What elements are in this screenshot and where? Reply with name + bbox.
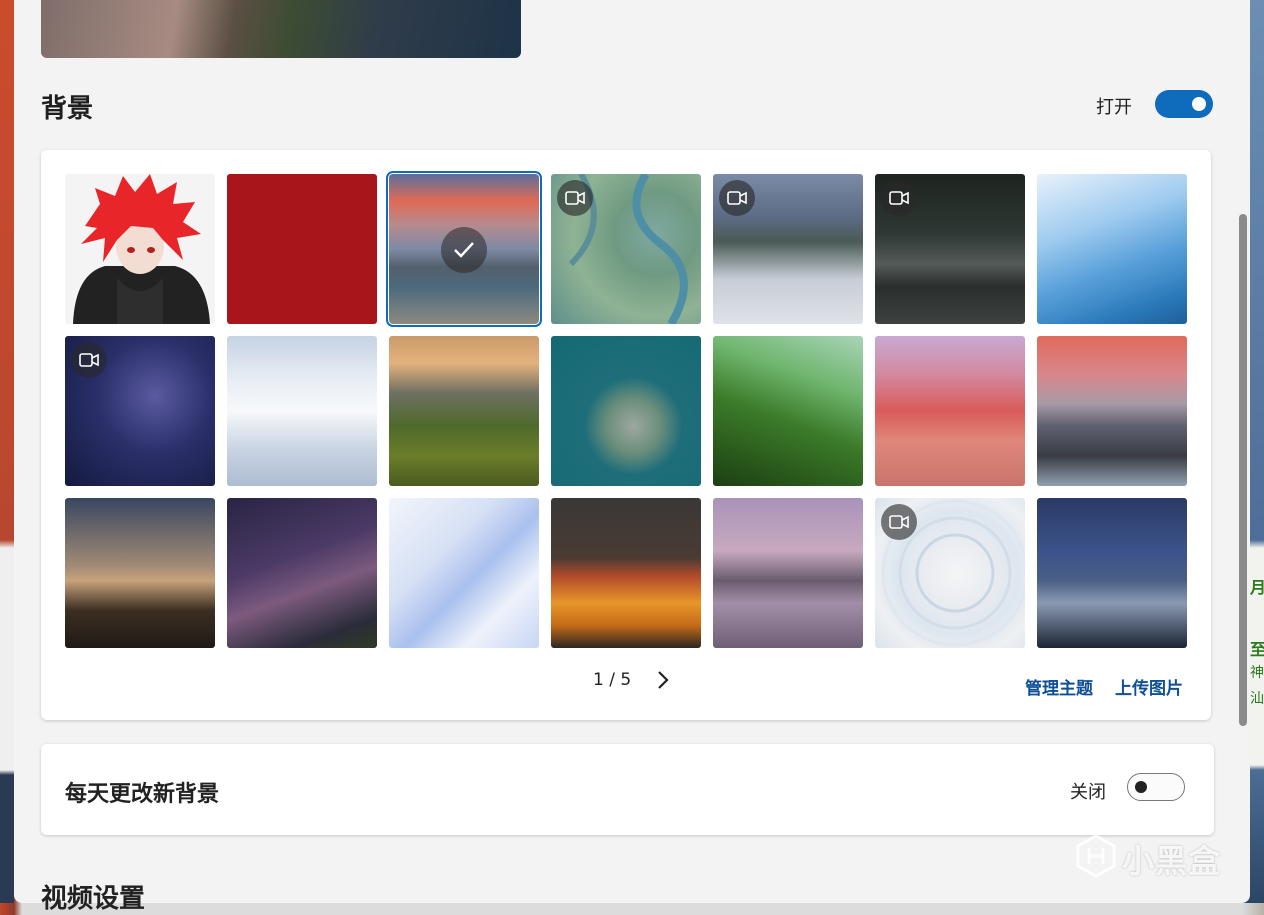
tile-snowy-peak-night[interactable]	[1037, 498, 1187, 648]
daily-background-title: 每天更改新背景	[65, 782, 220, 807]
background-section-title: 背景	[41, 94, 94, 124]
tile-island-aerial[interactable]	[551, 336, 701, 486]
manage-themes-link[interactable]: 管理主题	[1025, 674, 1093, 699]
video-icon	[881, 180, 917, 216]
background-grid	[65, 171, 1187, 648]
avatar-illustration	[73, 174, 210, 324]
tile-white-circles[interactable]	[875, 498, 1025, 648]
tile-milky-way-canyon[interactable]	[65, 498, 215, 648]
chevron-right-icon	[658, 671, 669, 689]
side-glyph: 月	[1250, 578, 1264, 597]
video-settings-title: 视频设置	[41, 884, 146, 914]
toggle-knob	[1192, 97, 1206, 111]
daily-toggle-label: 关闭	[1070, 782, 1106, 803]
desktop-background-left	[0, 0, 14, 903]
tile-starry-sky[interactable]	[65, 336, 215, 486]
tile-orange-dunes[interactable]	[551, 498, 701, 648]
video-icon	[719, 180, 755, 216]
side-glyph: 至	[1250, 640, 1264, 659]
daily-background-toggle[interactable]	[1127, 773, 1185, 801]
background-gallery-card: 1 / 5 管理主题 上传图片	[41, 150, 1211, 720]
side-glyph: 神	[1250, 665, 1264, 681]
tile-green-hills[interactable]	[389, 336, 539, 486]
background-toggle[interactable]	[1155, 90, 1213, 118]
tile-purple-galaxy[interactable]	[227, 498, 377, 648]
background-toggle-label: 打开	[1096, 97, 1132, 118]
video-icon	[71, 342, 107, 378]
tile-anime-avatar[interactable]	[65, 174, 215, 324]
tile-sunset-coast[interactable]	[386, 171, 542, 327]
toggle-knob	[1135, 781, 1147, 793]
tile-sunset-islands[interactable]	[1037, 336, 1187, 486]
page-indicator: 1 / 5	[593, 670, 632, 690]
tile-red-solid[interactable]	[227, 174, 377, 324]
tile-abstract-white[interactable]	[389, 498, 539, 648]
watermark-logo-icon	[1076, 834, 1116, 878]
tile-purple-lake[interactable]	[713, 498, 863, 648]
tile-glacier[interactable]	[1037, 174, 1187, 324]
upload-image-link[interactable]: 上传图片	[1115, 674, 1183, 699]
scrollbar-thumb[interactable]	[1239, 214, 1247, 726]
watermark-text: 小黑盒	[1122, 842, 1222, 880]
theme-preview-image	[41, 0, 521, 58]
tile-river-aerial[interactable]	[551, 174, 701, 324]
tile-rainbow-mountains[interactable]	[875, 336, 1025, 486]
tile-city-rooftop[interactable]	[875, 174, 1025, 324]
tile-white-dunes[interactable]	[227, 336, 377, 486]
selected-check-icon	[441, 227, 487, 273]
next-page-button[interactable]	[655, 669, 671, 691]
tile-rice-terraces[interactable]	[713, 336, 863, 486]
video-icon	[557, 180, 593, 216]
settings-panel: 背景 打开 1 / 5 管理主题 上传图片 每天更改新背景 关闭 视频设置	[14, 0, 1250, 914]
tile-misty-mountains[interactable]	[713, 174, 863, 324]
side-glyph: 汕	[1250, 691, 1264, 707]
daily-background-card: 每天更改新背景 关闭	[41, 744, 1214, 835]
video-icon	[881, 504, 917, 540]
